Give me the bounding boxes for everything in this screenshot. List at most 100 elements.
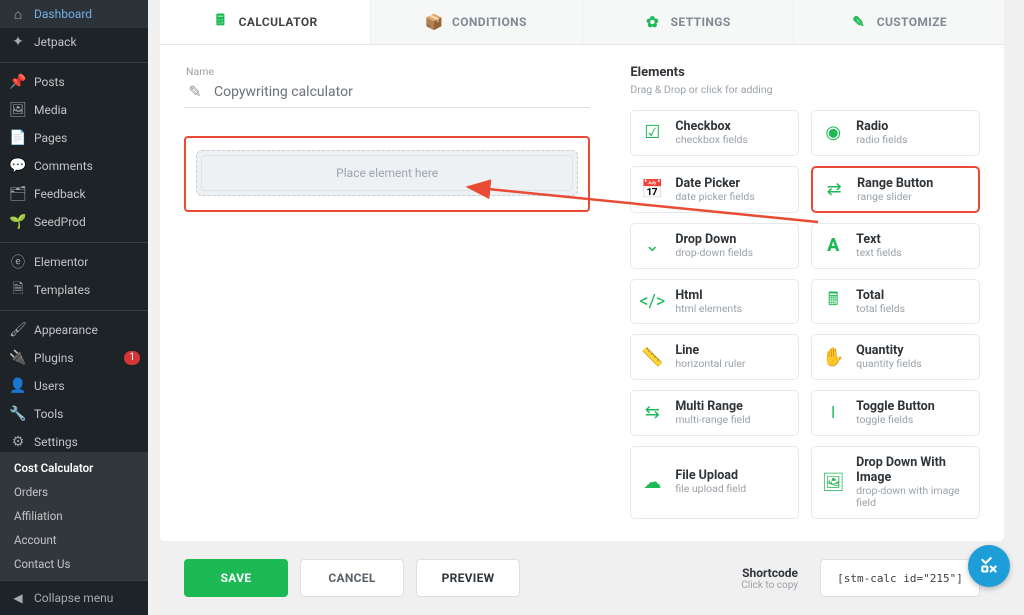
sidebar-item-seedprod[interactable]: 🌱 SeedProd	[0, 208, 148, 236]
element-desc: toggle fields	[856, 414, 935, 427]
calculator-card: 🖩 CALCULATOR 📦CONDITIONS✿SETTINGS✎CUSTOMIZ…	[160, 0, 1004, 541]
element-title: Date Picker	[675, 176, 754, 191]
panel-body: Name ✎ Place element here Elements Drag …	[160, 45, 1004, 541]
sidebar-item-feedback[interactable]: 🗂Feedback	[0, 180, 148, 208]
sidebar-item-dashboard[interactable]: ⌂ Dashboard	[0, 0, 148, 28]
jetpack-icon: ✦	[10, 34, 26, 50]
sidebar-item-users[interactable]: 👤Users	[0, 372, 148, 400]
sidebar-item-label: Media	[34, 103, 140, 117]
sidebar-subitem-affiliation[interactable]: Affiliation	[0, 504, 148, 528]
sidebar-subitem-account[interactable]: Account	[0, 528, 148, 552]
element-quantity[interactable]: ✋Quantityquantity fields	[811, 334, 980, 380]
quantity-icon: ✋	[822, 346, 844, 368]
sidebar-item-appearance[interactable]: 🖌Appearance	[0, 316, 148, 344]
collapse-icon: ◀	[10, 591, 26, 605]
element-html[interactable]: </>Htmlhtml elements	[630, 279, 799, 325]
collapse-menu-button[interactable]: ◀ Collapse menu	[0, 580, 148, 615]
elementor-icon: ⓔ	[10, 254, 26, 270]
settings-icon: ⚙	[10, 434, 26, 450]
element-desc: drop-down with image field	[856, 485, 969, 510]
sidebar-item-label: Tools	[34, 407, 140, 421]
sidebar-item-label: Feedback	[34, 187, 140, 201]
collapse-label: Collapse menu	[34, 591, 113, 605]
element-total[interactable]: 🖩 Totaltotal fields	[811, 279, 980, 325]
element-drop-down-with-image[interactable]: 🖼Drop Down With Imagedrop-down with imag…	[811, 446, 980, 519]
element-title: Html	[675, 288, 742, 303]
cancel-button[interactable]: CANCEL	[300, 559, 404, 597]
sidebar-item-label: Users	[34, 379, 140, 393]
element-title: Checkbox	[675, 119, 748, 134]
tab-conditions[interactable]: 📦CONDITIONS	[371, 0, 582, 44]
plugins-icon: 🔌	[10, 350, 26, 366]
elements-heading: Elements	[630, 65, 980, 80]
menu-separator	[0, 59, 148, 65]
preview-button[interactable]: PREVIEW	[416, 559, 520, 597]
tab-settings[interactable]: ✿SETTINGS	[583, 0, 794, 44]
date-picker-icon: 📅	[641, 178, 663, 200]
element-title: Total	[856, 288, 905, 303]
dashboard-icon: ⌂	[10, 6, 26, 22]
element-multi-range[interactable]: ⇆Multi Rangemulti-range field	[630, 390, 799, 436]
edit-icon: ✎	[186, 82, 204, 101]
total-icon: 🖩	[822, 291, 844, 313]
line-icon: 📏	[641, 346, 663, 368]
element-date-picker[interactable]: 📅Date Pickerdate picker fields	[630, 166, 799, 214]
sidebar-item-label: Plugins	[34, 351, 116, 365]
drop-zone[interactable]: Place element here	[196, 150, 578, 196]
sidebar-item-plugins[interactable]: 🔌Plugins1	[0, 344, 148, 372]
sidebar-item-posts[interactable]: 📌Posts	[0, 68, 148, 96]
element-drop-down[interactable]: ⌄Drop Downdrop-down fields	[630, 223, 799, 269]
left-column: Name ✎ Place element here	[184, 65, 590, 541]
element-title: Quantity	[856, 343, 922, 358]
tab-calculator[interactable]: 🖩 CALCULATOR	[160, 0, 371, 44]
calculator-name-input[interactable]	[214, 84, 588, 100]
element-checkbox[interactable]: ☑ Checkboxcheckbox fields	[630, 110, 799, 156]
sidebar-subitem-cost-calculator[interactable]: Cost Calculator	[0, 456, 148, 480]
menu-separator	[0, 239, 148, 245]
sidebar-subitem-contact-us[interactable]: Contact Us	[0, 552, 148, 576]
sidebar-item-media[interactable]: 🖼Media	[0, 96, 148, 124]
range-button-icon: ⇄	[823, 178, 845, 200]
tools-icon: 🔧	[10, 406, 26, 422]
element-file-upload[interactable]: ☁File Uploadfile upload field	[630, 446, 799, 519]
sidebar-item-pages[interactable]: 📄Pages	[0, 124, 148, 152]
shortcode-hint: Click to copy	[741, 580, 798, 591]
sidebar-item-jetpack[interactable]: ✦ Jetpack	[0, 28, 148, 56]
sidebar-item-label: SeedProd	[34, 215, 140, 229]
element-title: Multi Range	[675, 399, 750, 414]
element-desc: total fields	[856, 303, 905, 316]
element-desc: checkbox fields	[675, 134, 748, 147]
sidebar-item-settings[interactable]: ⚙Settings	[0, 428, 148, 452]
element-line[interactable]: 📏Linehorizontal ruler	[630, 334, 799, 380]
sidebar-item-comments[interactable]: 💬Comments	[0, 152, 148, 180]
sidebar-item-label: Dashboard	[34, 7, 140, 21]
save-button[interactable]: SAVE	[184, 559, 288, 597]
help-fab[interactable]	[968, 545, 1010, 587]
tab-bar: 🖩 CALCULATOR 📦CONDITIONS✿SETTINGS✎CUSTOMIZ…	[160, 0, 1004, 45]
shortcode-value[interactable]: [stm-calc id="215"]	[820, 559, 980, 597]
tab-label: CALCULATOR	[239, 15, 318, 29]
settings-tab-icon: ✿	[645, 14, 661, 30]
elements-column: Elements Drag & Drop or click for adding…	[630, 65, 980, 541]
radio-icon: ◉	[822, 122, 844, 144]
seedprod-icon: 🌱	[10, 214, 26, 230]
element-text[interactable]: ATexttext fields	[811, 223, 980, 269]
sidebar-item-label: Jetpack	[34, 35, 140, 49]
wp-admin-menu: ⌂ Dashboard ✦ Jetpack 📌Posts🖼Media📄Pages💬Com…	[0, 0, 148, 452]
drop-down-with-image-icon: 🖼	[822, 471, 844, 493]
sidebar-item-label: Templates	[34, 283, 140, 297]
sidebar-item-label: Elementor	[34, 255, 140, 269]
sidebar-item-templates[interactable]: 🗎Templates	[0, 276, 148, 304]
sidebar-subitem-orders[interactable]: Orders	[0, 480, 148, 504]
calculator-tab-icon: 🖩	[213, 14, 229, 30]
sidebar-item-elementor[interactable]: ⓔ Elementor	[0, 248, 148, 276]
tab-customize[interactable]: ✎CUSTOMIZE	[794, 0, 1004, 44]
element-range-button[interactable]: ⇄Range Buttonrange slider	[811, 166, 980, 214]
checkbox-icon: ☑	[641, 122, 663, 144]
element-desc: radio fields	[856, 134, 907, 147]
sidebar-item-label: Appearance	[34, 323, 140, 337]
element-radio[interactable]: ◉Radioradio fields	[811, 110, 980, 156]
element-toggle-button[interactable]: ⏽Toggle Buttontoggle fields	[811, 390, 980, 436]
multi-range-icon: ⇆	[641, 402, 663, 424]
sidebar-item-tools[interactable]: 🔧 Tools	[0, 400, 148, 428]
